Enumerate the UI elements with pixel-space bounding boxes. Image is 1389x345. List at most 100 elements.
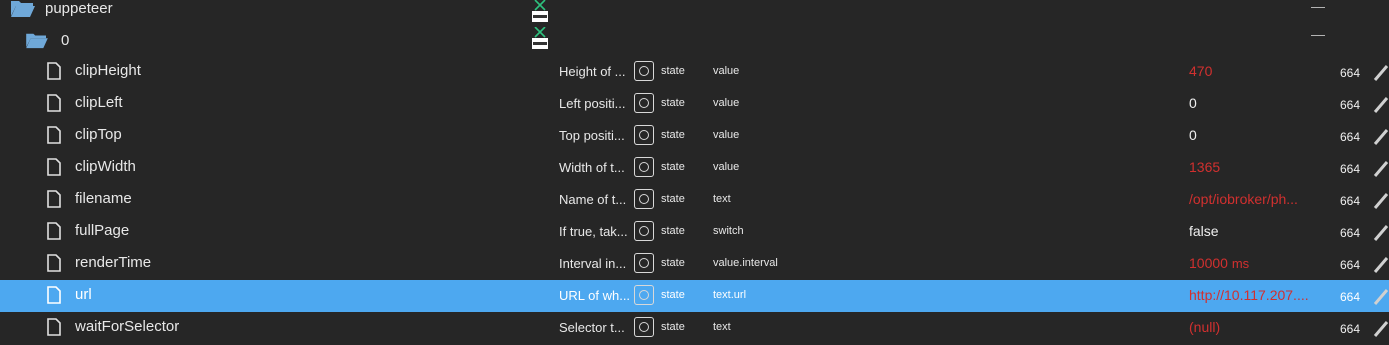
state-description: If true, tak... bbox=[559, 224, 628, 239]
state-value[interactable]: false bbox=[1189, 223, 1329, 239]
state-type: state bbox=[661, 65, 685, 77]
folder-row-puppeteer[interactable]: puppeteer — bbox=[0, 0, 1389, 24]
state-row[interactable]: waitForSelector Selector t... state text… bbox=[0, 312, 1389, 344]
role-button[interactable] bbox=[634, 61, 654, 81]
role-button[interactable] bbox=[634, 125, 654, 145]
state-value-text: 470 bbox=[1189, 63, 1213, 79]
circle-icon bbox=[639, 226, 649, 236]
pencil-icon[interactable] bbox=[1373, 222, 1389, 242]
folder-row-0[interactable]: 0 — bbox=[0, 24, 1389, 56]
state-type: state bbox=[661, 129, 685, 141]
state-value[interactable]: http://10.117.207.... bbox=[1189, 287, 1329, 303]
file-icon bbox=[47, 94, 61, 112]
state-name: url bbox=[75, 286, 92, 303]
circle-icon bbox=[639, 194, 649, 204]
circle-icon bbox=[639, 130, 649, 140]
state-row[interactable]: clipHeight Height of ... state value 470… bbox=[0, 56, 1389, 88]
state-role: value bbox=[713, 97, 740, 109]
folder-dash: — bbox=[1311, 0, 1325, 14]
state-acl: 664 bbox=[1340, 130, 1361, 144]
pencil-icon[interactable] bbox=[1373, 318, 1389, 338]
circle-icon bbox=[639, 290, 649, 300]
state-row[interactable]: filename Name of t... state text /opt/io… bbox=[0, 184, 1389, 216]
state-value-text: 1365 bbox=[1189, 159, 1221, 175]
state-value-text: (null) bbox=[1189, 319, 1221, 335]
pencil-icon[interactable] bbox=[1373, 126, 1389, 146]
state-row[interactable]: clipTop Top positi... state value 0 664 bbox=[0, 120, 1389, 152]
circle-icon bbox=[639, 66, 649, 76]
state-value[interactable]: 0 bbox=[1189, 95, 1329, 111]
state-name: clipWidth bbox=[75, 158, 136, 175]
pencil-icon[interactable] bbox=[1373, 190, 1389, 210]
state-value-text: 0 bbox=[1189, 127, 1197, 143]
state-name: clipHeight bbox=[75, 62, 141, 79]
state-description: Name of t... bbox=[559, 192, 627, 207]
state-row[interactable]: renderTime Interval in... state value.in… bbox=[0, 248, 1389, 280]
puppeteer-logo bbox=[532, 0, 548, 22]
state-description: Height of ... bbox=[559, 64, 626, 79]
state-acl: 664 bbox=[1340, 258, 1361, 272]
state-role: text.url bbox=[713, 289, 747, 301]
state-name: clipLeft bbox=[75, 94, 123, 111]
file-icon bbox=[47, 254, 61, 272]
state-value-text: 0 bbox=[1189, 95, 1197, 111]
state-description: Top positi... bbox=[559, 128, 625, 143]
state-value[interactable]: /opt/iobroker/ph... bbox=[1189, 191, 1329, 207]
role-button[interactable] bbox=[634, 317, 654, 337]
state-type: state bbox=[661, 161, 685, 173]
state-role: value bbox=[713, 161, 740, 173]
role-button[interactable] bbox=[634, 157, 654, 177]
pencil-icon[interactable] bbox=[1373, 62, 1389, 82]
state-role: switch bbox=[713, 225, 744, 237]
role-button[interactable] bbox=[634, 93, 654, 113]
pencil-icon[interactable] bbox=[1373, 254, 1389, 274]
state-value[interactable]: 470 bbox=[1189, 63, 1329, 79]
file-icon bbox=[47, 158, 61, 176]
role-button[interactable] bbox=[634, 189, 654, 209]
folder-open-icon bbox=[11, 1, 35, 17]
file-icon bbox=[47, 126, 61, 144]
state-value-text: /opt/iobroker/ph... bbox=[1189, 191, 1298, 207]
state-acl: 664 bbox=[1340, 194, 1361, 208]
state-type: state bbox=[661, 97, 685, 109]
state-value[interactable]: 0 bbox=[1189, 127, 1329, 143]
folder-name: puppeteer bbox=[45, 0, 113, 17]
state-type: state bbox=[661, 257, 685, 269]
state-row[interactable]: fullPage If true, tak... state switch fa… bbox=[0, 216, 1389, 248]
state-acl: 664 bbox=[1340, 98, 1361, 112]
file-icon bbox=[47, 286, 61, 304]
role-button[interactable] bbox=[634, 221, 654, 241]
state-row[interactable]: clipLeft Left positi... state value 0 66… bbox=[0, 88, 1389, 120]
file-icon bbox=[47, 318, 61, 336]
state-name: fullPage bbox=[75, 222, 130, 239]
role-button[interactable] bbox=[634, 253, 654, 273]
state-acl: 664 bbox=[1340, 322, 1361, 336]
file-icon bbox=[47, 62, 61, 80]
pencil-icon[interactable] bbox=[1373, 158, 1389, 178]
state-description: Interval in... bbox=[559, 256, 627, 271]
state-value[interactable]: (null) bbox=[1189, 319, 1329, 335]
folder-open-icon bbox=[26, 33, 48, 49]
state-value-unit: ms bbox=[1231, 256, 1250, 271]
state-acl: 664 bbox=[1340, 290, 1361, 304]
file-icon bbox=[47, 190, 61, 208]
state-role: value bbox=[713, 129, 740, 141]
puppeteer-logo bbox=[532, 27, 548, 49]
state-row[interactable]: url URL of wh... state text.url http://1… bbox=[0, 280, 1389, 312]
state-description: URL of wh... bbox=[559, 288, 631, 303]
state-acl: 664 bbox=[1340, 226, 1361, 240]
state-description: Selector t... bbox=[559, 320, 625, 335]
pencil-icon[interactable] bbox=[1373, 94, 1389, 114]
state-acl: 664 bbox=[1340, 162, 1361, 176]
state-value[interactable]: 1365 bbox=[1189, 159, 1329, 175]
state-role: value.interval bbox=[713, 257, 778, 269]
state-row[interactable]: clipWidth Width of t... state value 1365… bbox=[0, 152, 1389, 184]
state-name: clipTop bbox=[75, 126, 122, 143]
circle-icon bbox=[639, 322, 649, 332]
state-description: Width of t... bbox=[559, 160, 625, 175]
pencil-icon[interactable] bbox=[1373, 286, 1389, 306]
state-value[interactable]: 10000 ms bbox=[1189, 255, 1329, 271]
state-type: state bbox=[661, 321, 685, 333]
circle-icon bbox=[639, 162, 649, 172]
role-button[interactable] bbox=[634, 285, 654, 305]
